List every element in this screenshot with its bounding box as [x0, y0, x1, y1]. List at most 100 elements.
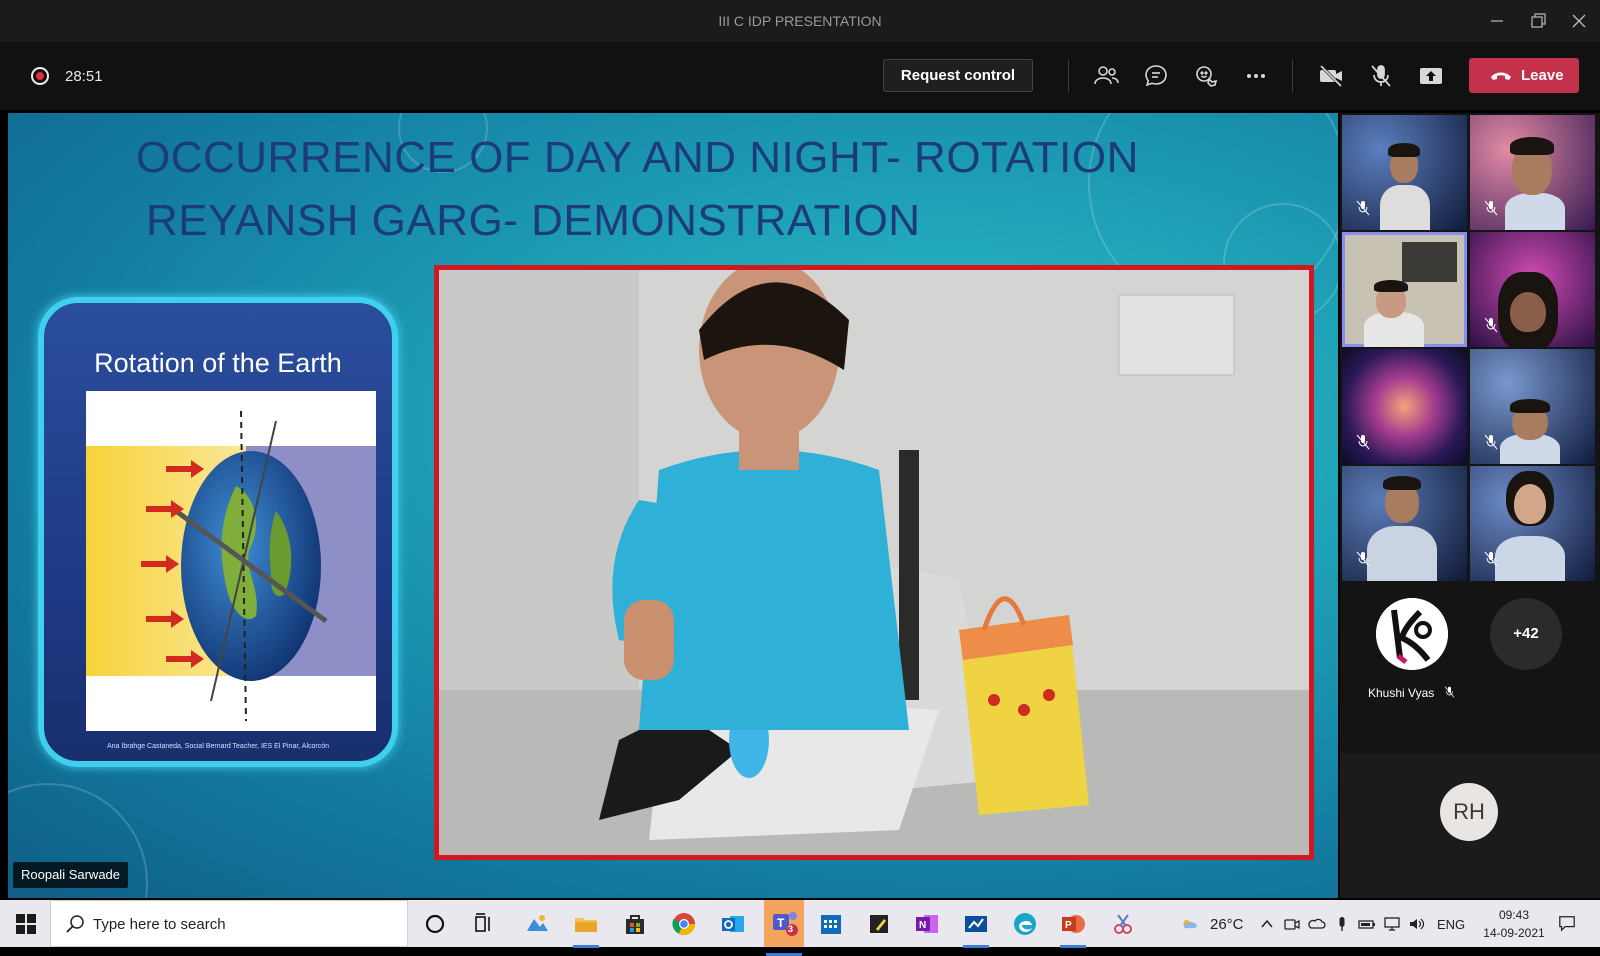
participant-hair [1510, 137, 1554, 155]
store-icon[interactable] [620, 909, 650, 939]
cortana-icon[interactable] [420, 909, 450, 939]
mic-off-icon[interactable] [1367, 62, 1395, 90]
leave-label: Leave [1521, 67, 1564, 84]
svg-text:T: T [777, 916, 785, 930]
muted-mic-icon [1356, 551, 1370, 567]
teams-notification-badge: 3 [788, 924, 794, 934]
meet-now-icon[interactable] [1283, 915, 1301, 933]
avatar-initial: K [1376, 598, 1377, 599]
task-view-icon[interactable] [468, 909, 498, 939]
edge-icon[interactable] [1010, 909, 1040, 939]
powerpoint-icon[interactable]: P [1058, 909, 1088, 948]
slide-title-line-2: REYANSH GARG- DEMONSTRATION [146, 196, 921, 245]
participant-panel: K Khushi Vyas +42 RH [1340, 113, 1600, 898]
clock-time[interactable]: 09:43 [1484, 908, 1544, 922]
participant-hair [1374, 280, 1408, 292]
request-control-button[interactable]: Request control [883, 59, 1033, 92]
volume-icon[interactable] [1408, 915, 1426, 933]
whiteboard-icon[interactable] [961, 909, 991, 948]
participant-figure [1495, 536, 1565, 581]
onedrive-icon[interactable] [1308, 915, 1326, 933]
window-title-bar: III C IDP PRESENTATION [0, 0, 1600, 42]
more-participants-button[interactable]: +42 [1490, 598, 1562, 670]
weather-icon[interactable] [1180, 915, 1202, 933]
participant-video-tile-speaking[interactable] [1342, 232, 1467, 347]
snipping-tool-icon[interactable] [1108, 909, 1138, 939]
recording-icon [31, 67, 49, 85]
windows-start-icon[interactable] [16, 914, 36, 934]
muted-mic-icon [1484, 317, 1498, 333]
muted-mic-icon [1484, 551, 1498, 567]
participant-video-tile[interactable] [1470, 115, 1595, 230]
input-language[interactable]: ENG [1437, 917, 1465, 932]
shared-content-stage: OCCURRENCE OF DAY AND NIGHT- ROTATION RE… [8, 113, 1338, 898]
participant-hair [1388, 143, 1420, 157]
muted-mic-icon [1356, 434, 1370, 450]
clock-date[interactable]: 14-09-2021 [1478, 926, 1550, 940]
camera-off-icon[interactable] [1317, 62, 1345, 90]
muted-mic-icon [1444, 686, 1454, 698]
minimize-icon[interactable] [1486, 10, 1508, 32]
windows-taskbar: Type here to search T 3 N P 26°C ENG 09:… [0, 900, 1600, 956]
search-icon [66, 915, 84, 933]
more-actions-icon[interactable] [1242, 62, 1270, 90]
weather-temperature[interactable]: 26°C [1210, 916, 1244, 933]
chevron-up-icon[interactable] [1258, 915, 1276, 933]
action-center-icon[interactable] [1558, 914, 1578, 934]
participant-hair [1383, 476, 1421, 490]
earth-rotation-diagram [86, 391, 376, 731]
muted-mic-icon [1484, 200, 1498, 216]
participant-figure [1505, 193, 1565, 230]
participant-video-tile[interactable] [1342, 466, 1467, 581]
onenote-icon[interactable]: N [912, 909, 942, 939]
calendar-icon[interactable] [816, 909, 846, 939]
chrome-icon[interactable] [669, 909, 699, 939]
teams-icon[interactable]: T 3 [764, 900, 804, 956]
restore-icon[interactable] [1527, 10, 1549, 32]
phone-hangup-icon [1491, 72, 1511, 80]
muted-mic-icon [1484, 434, 1498, 450]
toolbar-divider [1068, 59, 1069, 93]
participant-video-tile[interactable] [1342, 115, 1467, 230]
self-avatar[interactable]: RH [1440, 783, 1498, 841]
rotation-of-earth-card: Rotation of the Earth Ana Ibrahge Castan… [38, 297, 398, 767]
participant-video-tile[interactable] [1342, 349, 1467, 464]
khushi-vyas-avatar[interactable]: K [1376, 598, 1448, 670]
reactions-icon[interactable] [1192, 62, 1220, 90]
participant-video-tile[interactable] [1470, 349, 1595, 464]
initial-logo-icon: K [1376, 598, 1448, 670]
audio-participants-row: K Khushi Vyas +42 [1340, 583, 1600, 733]
battery-icon[interactable] [1358, 915, 1376, 933]
search-placeholder: Type here to search [93, 916, 226, 933]
participant-name: Khushi Vyas [1368, 686, 1455, 700]
share-screen-icon[interactable] [1417, 62, 1445, 90]
svg-text:N: N [919, 920, 926, 931]
presenter-name-tag: Roopali Sarwade [13, 862, 129, 888]
meeting-toolbar: 28:51 Request control Leave [0, 42, 1600, 110]
participant-figure [1380, 185, 1430, 230]
card-credit: Ana Ibrahge Castaneda, Social Bernard Te… [106, 743, 330, 750]
window-title: III C IDP PRESENTATION [718, 13, 882, 29]
sticky-notes-icon[interactable] [864, 909, 894, 939]
svg-text:P: P [1065, 920, 1072, 931]
participant-face [1510, 292, 1546, 332]
network-icon[interactable] [1383, 915, 1401, 933]
microphone-icon[interactable] [1333, 915, 1351, 933]
participant-name-text: Khushi Vyas [1368, 686, 1435, 700]
meeting-timer: 28:51 [65, 68, 103, 85]
taskbar-search-box[interactable]: Type here to search [50, 900, 408, 947]
card-title: Rotation of the Earth [94, 348, 342, 378]
leave-button[interactable]: Leave [1469, 58, 1579, 93]
file-explorer-icon[interactable] [571, 909, 601, 948]
background-screen [1402, 242, 1457, 282]
self-view-area: RH [1340, 753, 1600, 898]
chat-icon[interactable] [1142, 62, 1170, 90]
outlook-icon[interactable] [718, 909, 748, 939]
close-icon[interactable] [1568, 10, 1590, 32]
participant-video-tile[interactable] [1470, 466, 1595, 581]
photos-app-icon[interactable] [522, 909, 552, 939]
participants-icon[interactable] [1092, 62, 1120, 90]
participant-video-tile[interactable] [1470, 232, 1595, 347]
participant-hair [1510, 399, 1550, 413]
muted-mic-icon [1356, 200, 1370, 216]
